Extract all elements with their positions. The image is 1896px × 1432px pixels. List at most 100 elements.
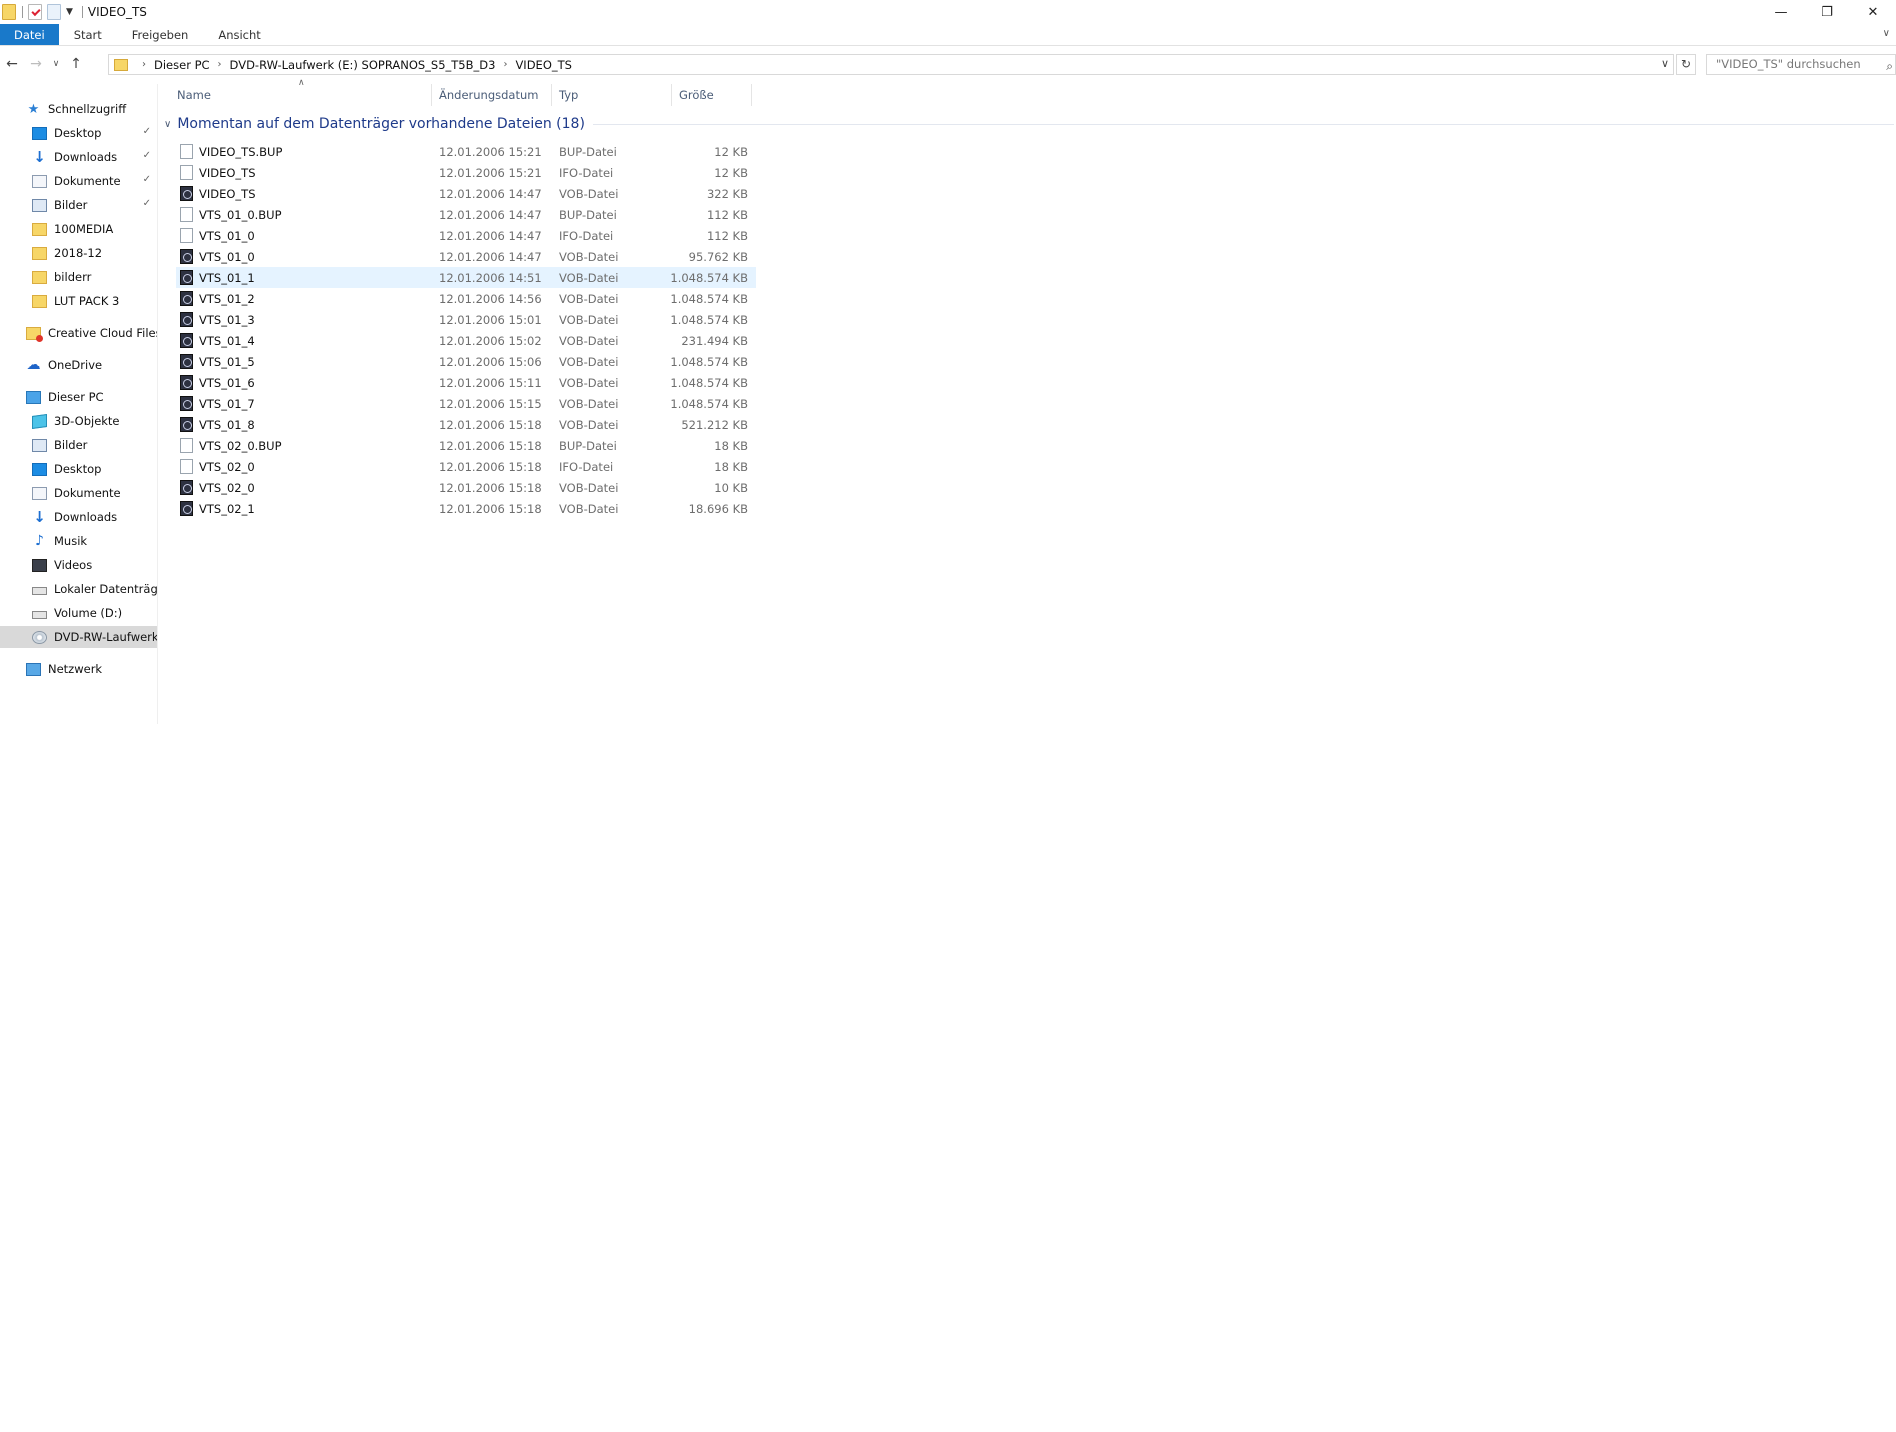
sidebar-item-label: 3D-Objekte bbox=[54, 414, 120, 428]
properties-icon[interactable] bbox=[28, 4, 42, 20]
new-folder-icon[interactable] bbox=[47, 4, 61, 20]
address-dropdown-chevron-icon[interactable]: ∨ bbox=[1661, 57, 1669, 70]
file-name: VTS_01_0 bbox=[199, 228, 255, 243]
3d-objects-icon bbox=[32, 413, 47, 429]
file-date: 12.01.2006 15:18 bbox=[439, 438, 542, 453]
sidebar-item-lut-pack-3[interactable]: LUT PACK 3 bbox=[0, 290, 157, 312]
pin-icon[interactable]: ✓ bbox=[143, 198, 151, 209]
forward-arrow-icon[interactable]: → bbox=[24, 56, 48, 72]
sidebar-item-100media[interactable]: 100MEDIA bbox=[0, 218, 157, 240]
sidebar-item-videos[interactable]: Videos bbox=[0, 554, 157, 576]
table-row[interactable]: VIDEO_TS.BUP 12.01.2006 15:21 BUP-Datei 12 … bbox=[176, 141, 756, 162]
vob-icon bbox=[180, 270, 193, 285]
file-size: 1.048.574 KB bbox=[670, 375, 748, 390]
sidebar-item-downloads-pc[interactable]: ↓ Downloads bbox=[0, 506, 157, 528]
table-row[interactable]: VTS_02_0 12.01.2006 15:18 VOB-Datei 10 KB bbox=[176, 477, 756, 498]
sidebar-item-dokumente[interactable]: Dokumente ✓ bbox=[0, 170, 157, 192]
tab-freigeben[interactable]: Freigeben bbox=[117, 24, 204, 45]
table-row[interactable]: VIDEO_TS 12.01.2006 14:47 VOB-Datei 322 KB bbox=[176, 183, 756, 204]
customize-toolbar-chevron-icon[interactable]: ▼ bbox=[66, 7, 73, 17]
sidebar-item-downloads[interactable]: ↓ Downloads ✓ bbox=[0, 146, 157, 168]
file-type: VOB-Datei bbox=[559, 270, 619, 285]
tab-ansicht[interactable]: Ansicht bbox=[203, 24, 275, 45]
sidebar-item-musik[interactable]: ♪ Musik bbox=[0, 530, 157, 552]
column-header-size[interactable]: Größe bbox=[672, 84, 752, 106]
file-name: VTS_01_7 bbox=[199, 396, 255, 411]
sidebar-item-3d-objekte[interactable]: 3D-Objekte bbox=[0, 410, 157, 432]
network-icon bbox=[26, 662, 41, 676]
table-row[interactable]: VTS_01_0.BUP 12.01.2006 14:47 BUP-Datei 112… bbox=[176, 204, 756, 225]
folder-icon bbox=[32, 246, 47, 260]
folder-icon bbox=[32, 270, 47, 284]
divider bbox=[81, 6, 83, 18]
sidebar-item-volume-d[interactable]: Volume (D:) bbox=[0, 602, 157, 624]
star-icon: ★ bbox=[27, 101, 40, 117]
sidebar-item-bilderr[interactable]: bilderr bbox=[0, 266, 157, 288]
sidebar-item-dieser-pc[interactable]: Dieser PC bbox=[0, 386, 157, 408]
pin-icon[interactable]: ✓ bbox=[143, 126, 151, 137]
folder-icon bbox=[114, 58, 128, 71]
sidebar-item-label: Dieser PC bbox=[48, 390, 104, 404]
pin-icon[interactable]: ✓ bbox=[143, 174, 151, 185]
breadcrumb-chevron-icon[interactable]: › bbox=[218, 59, 222, 70]
sidebar-item-dokumente-pc[interactable]: Dokumente bbox=[0, 482, 157, 504]
vob-icon bbox=[180, 186, 193, 201]
table-row[interactable]: VTS_01_8 12.01.2006 15:18 VOB-Datei 521.212… bbox=[176, 414, 756, 435]
table-row[interactable]: VTS_01_6 12.01.2006 15:11 VOB-Datei 1.048.5… bbox=[176, 372, 756, 393]
column-header-type[interactable]: Typ bbox=[552, 84, 672, 106]
breadcrumb-dieser-pc[interactable]: Dieser PC bbox=[154, 58, 210, 72]
breadcrumb-chevron-icon[interactable]: › bbox=[503, 59, 507, 70]
breadcrumb-video-ts[interactable]: VIDEO_TS bbox=[515, 58, 572, 72]
address-bar[interactable]: › Dieser PC › DVD-RW-Laufwerk (E:) SOPRA… bbox=[108, 54, 1674, 75]
file-date: 12.01.2006 15:06 bbox=[439, 354, 542, 369]
file-date: 12.01.2006 14:47 bbox=[439, 249, 542, 264]
sidebar-item-dvd-rw-laufwerk[interactable]: DVD-RW-Laufwerk bbox=[0, 626, 157, 648]
refresh-button[interactable]: ↻ bbox=[1676, 54, 1696, 75]
search-icon[interactable]: ⌕ bbox=[1886, 57, 1893, 76]
breadcrumb-dvd-drive[interactable]: DVD-RW-Laufwerk (E:) SOPRANOS_S5_T5B_D3 bbox=[230, 58, 496, 72]
recent-locations-chevron-icon[interactable]: ∨ bbox=[48, 59, 64, 69]
table-row[interactable]: VIDEO_TS 12.01.2006 15:21 IFO-Datei 12 KB bbox=[176, 162, 756, 183]
table-row[interactable]: VTS_02_1 12.01.2006 15:18 VOB-Datei 18.696 … bbox=[176, 498, 756, 519]
column-header-date[interactable]: Änderungsdatum bbox=[432, 84, 552, 106]
sidebar-item-schnellzugriff[interactable]: ★ Schnellzugriff bbox=[0, 98, 157, 120]
pin-icon[interactable]: ✓ bbox=[143, 150, 151, 161]
search-input[interactable]: "VIDEO_TS" durchsuchen ⌕ bbox=[1706, 54, 1896, 75]
table-row[interactable]: VTS_01_5 12.01.2006 15:06 VOB-Datei 1.048.5… bbox=[176, 351, 756, 372]
table-row[interactable]: VTS_01_4 12.01.2006 15:02 VOB-Datei 231.494… bbox=[176, 330, 756, 351]
sidebar-item-netzwerk[interactable]: Netzwerk bbox=[0, 658, 157, 680]
sidebar-item-bilder-pc[interactable]: Bilder bbox=[0, 434, 157, 456]
sidebar-item-onedrive[interactable]: ☁ OneDrive bbox=[0, 354, 157, 376]
file-group-header[interactable]: ∨ Momentan auf dem Datenträger vorhanden… bbox=[164, 114, 1894, 134]
file-type: BUP-Datei bbox=[559, 438, 617, 453]
close-button[interactable]: ✕ bbox=[1850, 0, 1896, 24]
table-row[interactable]: VTS_01_0 12.01.2006 14:47 IFO-Datei 112 KB bbox=[176, 225, 756, 246]
table-row[interactable]: VTS_01_0 12.01.2006 14:47 VOB-Datei 95.762 … bbox=[176, 246, 756, 267]
breadcrumb-chevron-icon[interactable]: › bbox=[142, 59, 146, 70]
tab-datei[interactable]: Datei bbox=[0, 24, 59, 45]
sidebar-item-label: Schnellzugriff bbox=[48, 102, 127, 116]
tab-start[interactable]: Start bbox=[59, 24, 117, 45]
back-arrow-icon[interactable]: ← bbox=[0, 56, 24, 72]
restore-button[interactable]: ❐ bbox=[1804, 0, 1850, 24]
sidebar-item-2018-12[interactable]: 2018-12 bbox=[0, 242, 157, 264]
sidebar-item-bilder[interactable]: Bilder ✓ bbox=[0, 194, 157, 216]
file-size: 1.048.574 KB bbox=[670, 396, 748, 411]
collapse-chevron-icon[interactable]: ∨ bbox=[164, 119, 171, 130]
quick-access-toolbar: ▼ bbox=[0, 0, 88, 24]
sidebar-item-desktop[interactable]: Desktop ✓ bbox=[0, 122, 157, 144]
table-row[interactable]: VTS_02_0.BUP 12.01.2006 15:18 BUP-Datei 18 … bbox=[176, 435, 756, 456]
table-row[interactable]: VTS_01_2 12.01.2006 14:56 VOB-Datei 1.048.5… bbox=[176, 288, 756, 309]
sidebar-item-creative-cloud-files[interactable]: Creative Cloud Files bbox=[0, 322, 157, 344]
up-arrow-icon[interactable]: ↑ bbox=[64, 56, 88, 72]
sidebar-item-label: Dokumente bbox=[54, 174, 121, 188]
ribbon-expand-chevron-icon[interactable]: ∨ bbox=[1883, 28, 1890, 39]
sidebar-item-desktop-pc[interactable]: Desktop bbox=[0, 458, 157, 480]
sidebar-item-lokaler-datentraeger[interactable]: Lokaler Datenträger bbox=[0, 578, 157, 600]
file-date: 12.01.2006 15:21 bbox=[439, 165, 542, 180]
table-row[interactable]: VTS_01_1 12.01.2006 14:51 VOB-Datei 1.048.5… bbox=[176, 267, 756, 288]
table-row[interactable]: VTS_01_3 12.01.2006 15:01 VOB-Datei 1.048.5… bbox=[176, 309, 756, 330]
table-row[interactable]: VTS_02_0 12.01.2006 15:18 IFO-Datei 18 KB bbox=[176, 456, 756, 477]
minimize-button[interactable]: — bbox=[1758, 0, 1804, 24]
table-row[interactable]: VTS_01_7 12.01.2006 15:15 VOB-Datei 1.048.5… bbox=[176, 393, 756, 414]
